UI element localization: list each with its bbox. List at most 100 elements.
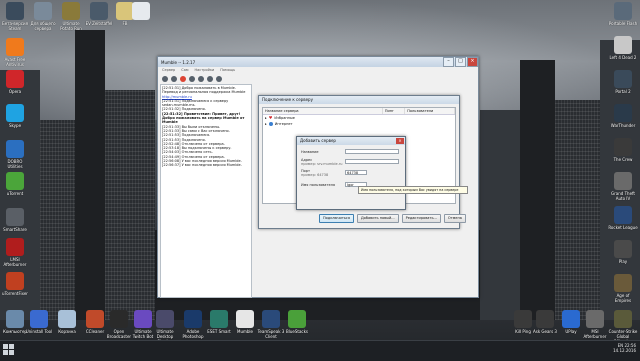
mumble-toolbar <box>158 74 478 83</box>
desktop-icon[interactable]: Avast Free Antivirus <box>0 38 30 67</box>
mute-icon[interactable] <box>189 75 195 82</box>
desktop-icon[interactable]: The Crew <box>608 138 638 162</box>
menu-help[interactable]: Помощь <box>220 67 235 74</box>
desktop-icon[interactable]: LMSI Afterburner <box>0 238 30 267</box>
column-ping[interactable]: Пинг <box>383 108 406 114</box>
desktop-icon[interactable]: Play <box>608 240 638 264</box>
app-icon <box>6 38 24 56</box>
app-icon <box>536 310 554 328</box>
building <box>75 30 105 320</box>
desktop-icon[interactable]: WarThunder <box>608 104 638 128</box>
app-icon <box>262 310 280 328</box>
app-icon <box>6 238 24 256</box>
desktop-icon[interactable]: uTorrent <box>0 172 30 196</box>
desktop-icon-label: Бета-версия Steam <box>2 21 28 31</box>
desktop-icon[interactable]: Left 4 Dead 2 <box>608 36 638 60</box>
connect-button[interactable]: Подключиться <box>319 214 354 223</box>
desktop-icon[interactable]: Корзина <box>52 310 82 334</box>
desktop-icon[interactable]: MSI Afterburner <box>580 310 610 339</box>
desktop-icon-label: Portal 2 <box>615 89 631 94</box>
desktop-icon[interactable]: Бета-версия Steam <box>0 2 30 31</box>
app-icon <box>6 104 24 122</box>
cancel-button[interactable]: Отмена <box>443 214 466 223</box>
port-hint: пример: 64738 <box>301 173 329 177</box>
desktop-icon[interactable]: Portal 2 <box>608 70 638 94</box>
desktop-icon[interactable]: BlueStacks <box>282 310 312 334</box>
app-icon <box>58 310 76 328</box>
app-icon <box>6 140 24 158</box>
log-line: Перевод и региональная поддержка Mumble <box>162 90 246 95</box>
menu-server[interactable]: Сервер <box>162 67 175 74</box>
minimize-button[interactable]: – <box>443 57 454 67</box>
desktop-icon-label: FB <box>122 21 128 26</box>
app-icon <box>614 36 632 54</box>
desktop-icon[interactable]: Age of Empires <box>608 274 638 303</box>
menu-settings[interactable]: Настройки <box>195 67 215 74</box>
app-icon <box>30 310 48 328</box>
port-field[interactable]: 64738 <box>345 170 367 175</box>
desktop-icon-label: Skype <box>8 123 22 128</box>
username-tooltip: Имя пользователя, под которым Вас увидят… <box>358 186 468 194</box>
clock-date[interactable]: 14.12.2016 <box>613 348 636 353</box>
desktop-icon[interactable]: Uninstall Tool <box>24 310 54 334</box>
desktop-icon[interactable]: Counter-Strike Global Offensive <box>608 310 638 344</box>
record-icon[interactable] <box>180 75 186 82</box>
desktop-icon-label: uTorrent <box>6 191 24 196</box>
start-button[interactable] <box>3 344 15 356</box>
name-field[interactable] <box>345 149 399 154</box>
desktop-icon-label: Left 4 Dead 2 <box>609 55 637 60</box>
close-icon[interactable]: × <box>396 138 404 144</box>
building <box>555 100 600 320</box>
app-icon <box>614 70 632 88</box>
desktop-icon[interactable]: Ultimate Desktop Sharing <box>150 310 180 344</box>
connect-icon[interactable] <box>162 75 168 82</box>
column-users[interactable]: Пользователи <box>405 108 455 114</box>
server-group-internet[interactable]: ▸ Интернет <box>263 121 455 127</box>
address-hint: пример: srv.mumble.ru <box>301 162 343 166</box>
building <box>105 90 155 320</box>
app-icon <box>210 310 228 328</box>
building <box>520 60 555 320</box>
settings-icon[interactable] <box>207 75 213 82</box>
edit-server-button[interactable]: Редактировать... <box>401 214 441 223</box>
app-icon <box>6 2 24 20</box>
desktop-icon[interactable] <box>126 2 156 21</box>
desktop-icon-label: Uninstall Tool <box>25 329 53 334</box>
info-icon[interactable] <box>171 75 177 82</box>
add-server-dialog[interactable]: Добавить сервер × Название Адрес пример:… <box>296 136 406 210</box>
mumble-titlebar[interactable]: Mumble -- 1.2.17 – □ × <box>158 57 478 67</box>
globe-icon <box>268 122 273 126</box>
desktop-icon[interactable]: Rocket League <box>608 206 638 230</box>
chat-log[interactable]: [22:51:31] Добро пожаловать в Mumble. Пер… <box>160 84 252 298</box>
chat-icon[interactable] <box>216 75 222 82</box>
add-server-titlebar[interactable]: Добавить сервер × <box>297 137 405 145</box>
desktop-icon[interactable]: SmartShare <box>0 208 30 232</box>
internet-label: Интернет <box>274 122 293 126</box>
app-icon <box>6 208 24 226</box>
desktop-icon[interactable]: DOBRO Utilities <box>0 140 30 169</box>
desktop-icon-label: MSI Afterburner <box>583 329 607 339</box>
name-label: Название <box>301 150 319 154</box>
desktop-icon-label: Play <box>618 259 628 264</box>
desktop-icon[interactable]: Opera <box>0 70 30 94</box>
desktop-icon[interactable]: Grand Theft Auto IV <box>608 172 638 201</box>
connect-dialog-title: Подключение к серверу <box>259 96 459 104</box>
deafen-icon[interactable] <box>198 75 204 82</box>
maximize-button[interactable]: □ <box>455 57 466 67</box>
app-icon <box>132 2 150 20</box>
address-field[interactable] <box>345 159 399 164</box>
desktop-icon[interactable]: Для общего сервера <box>28 2 58 31</box>
building <box>480 110 520 320</box>
desktop-icon[interactable]: Ultimate Potato Run <box>56 2 86 31</box>
desktop-icon[interactable]: uTorrentFixer <box>0 272 30 296</box>
menu-self[interactable]: Сам <box>181 67 188 74</box>
column-server-name[interactable]: Название сервера <box>263 108 383 114</box>
app-icon <box>62 2 80 20</box>
add-server-button[interactable]: Добавить новый... <box>356 214 399 223</box>
system-tray[interactable]: EN 22:56 14.12.2016 <box>613 343 636 353</box>
desktop-icon[interactable]: Skype <box>0 104 30 128</box>
close-button[interactable]: × <box>467 57 478 67</box>
desktop-icon-label: uTorrentFixer <box>2 291 28 296</box>
desktop-icon-label: Avast Free Antivirus <box>4 57 26 67</box>
desktop-icon[interactable]: Portable Flash <box>608 2 638 26</box>
